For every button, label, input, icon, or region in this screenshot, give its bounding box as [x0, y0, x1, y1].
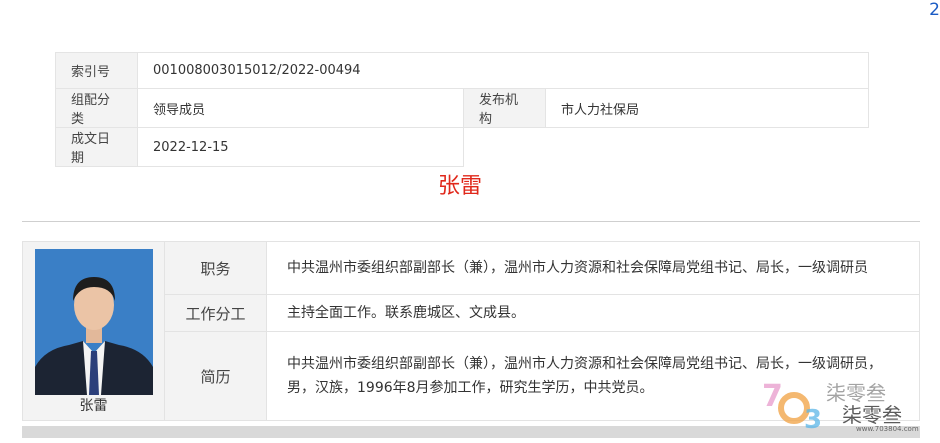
svg-text:www.703804.com: www.703804.com [856, 425, 919, 432]
svg-text:柒零叁: 柒零叁 [826, 381, 886, 405]
date-label: 成文日期 [55, 127, 138, 167]
category-label: 组配分类 [55, 88, 138, 128]
leader-photo [34, 249, 153, 395]
document-meta-table: 索引号 001008003015012/2022-00494 组配分类 领导成员… [55, 52, 869, 167]
meta-row-date: 成文日期 2022-12-15 [55, 127, 869, 167]
resume-label: 简历 [164, 331, 267, 421]
watermark-logo-image: 7 3 柒零叁 柒零叁 www.703804.com [762, 379, 919, 435]
duty-value: 主持全面工作。联系鹿城区、文成县。 [266, 294, 920, 332]
publisher-value: 市人力社保局 [545, 88, 869, 128]
position-label: 职务 [164, 241, 267, 295]
meta-row-category: 组配分类 领导成员 发布机构 市人力社保局 [55, 88, 869, 128]
watermark-logo: 7 3 柒零叁 柒零叁 www.703804.com [760, 372, 930, 435]
leader-photo-name: 张雷 [79, 398, 108, 414]
position-value: 中共温州市委组织部副部长（兼），温州市人力资源和社会保障局党组书记、局长，一级调… [266, 241, 920, 295]
category-value: 领导成员 [137, 88, 464, 128]
meta-empty-cell [463, 127, 869, 167]
portrait-image [34, 249, 153, 395]
duty-label: 工作分工 [164, 294, 267, 332]
title-divider [22, 221, 920, 222]
leader-photo-cell: 张雷 [22, 241, 165, 421]
page-title: 张雷 [437, 174, 482, 199]
date-value: 2022-12-15 [137, 127, 464, 167]
index-label: 索引号 [55, 52, 138, 89]
svg-text:柒零叁: 柒零叁 [842, 403, 902, 427]
corner-number: 2 [929, 0, 940, 20]
meta-row-index: 索引号 001008003015012/2022-00494 [55, 52, 869, 89]
leader-row-position: 张雷 职务 中共温州市委组织部副部长（兼），温州市人力资源和社会保障局党组书记、… [22, 241, 920, 421]
svg-text:3: 3 [804, 405, 822, 432]
index-value: 001008003015012/2022-00494 [137, 52, 869, 89]
publisher-label: 发布机构 [463, 88, 546, 128]
